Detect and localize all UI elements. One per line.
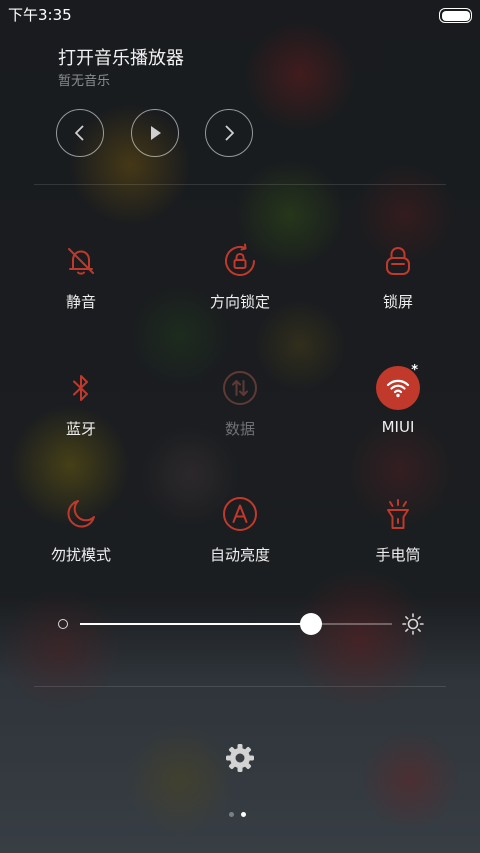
- brightness-slider[interactable]: [80, 613, 392, 635]
- music-player-title[interactable]: 打开音乐播放器: [58, 44, 184, 70]
- previous-track-button[interactable]: [56, 109, 104, 157]
- toggle-flashlight-label: 手电筒: [375, 546, 421, 564]
- play-icon: [151, 126, 161, 140]
- toggle-mobile-data-label: 数据: [224, 420, 255, 438]
- play-button[interactable]: [131, 109, 179, 157]
- toggle-auto-brightness-label: 自动亮度: [209, 546, 270, 564]
- mobile-data-icon: [220, 368, 260, 408]
- page-dot: [229, 812, 234, 817]
- toggle-flashlight[interactable]: 手电筒: [338, 494, 458, 574]
- page-dot-active: [241, 812, 246, 817]
- battery-icon: [439, 8, 472, 23]
- toggle-rotation-lock[interactable]: 方向锁定: [180, 241, 300, 321]
- toggle-mute[interactable]: 静音: [21, 241, 141, 321]
- divider: [34, 686, 446, 687]
- toggle-bluetooth-label: 蓝牙: [65, 420, 96, 438]
- page-indicator: [229, 812, 251, 818]
- auto-brightness-icon: [220, 494, 260, 534]
- toggle-wifi-label: MIUI: [381, 418, 415, 436]
- lock-icon: [378, 241, 418, 281]
- brightness-high-icon: [402, 613, 424, 635]
- rotation-lock-icon: [220, 241, 260, 281]
- toggle-auto-brightness[interactable]: 自动亮度: [180, 494, 300, 574]
- brightness-slider-thumb[interactable]: [299, 613, 322, 635]
- toggle-do-not-disturb-label: 勿扰模式: [50, 546, 111, 564]
- control-center: 下午3:35 打开音乐播放器 暂无音乐 静音 方向锁定 锁屏 蓝牙 数据 * M…: [0, 0, 480, 853]
- chevron-left-icon: [75, 125, 84, 141]
- next-track-button[interactable]: [205, 109, 253, 157]
- wifi-icon: [386, 379, 410, 398]
- brightness-slider-fill: [80, 623, 311, 625]
- toggle-rotation-lock-label: 方向锁定: [209, 293, 270, 311]
- flashlight-icon: [378, 494, 418, 534]
- settings-gear-icon[interactable]: [224, 742, 256, 774]
- toggle-lock-screen[interactable]: 锁屏: [338, 241, 458, 321]
- status-time: 下午3:35: [8, 6, 72, 24]
- music-status: 暂无音乐: [58, 74, 111, 89]
- bluetooth-icon: [61, 368, 101, 408]
- toggle-mobile-data[interactable]: 数据: [180, 368, 300, 448]
- toggle-mute-label: 静音: [65, 293, 96, 311]
- divider: [34, 184, 446, 185]
- chevron-right-icon: [225, 125, 234, 141]
- battery-level: [441, 10, 470, 21]
- toggle-wifi[interactable]: * MIUI: [338, 363, 458, 446]
- toggle-lock-screen-label: 锁屏: [382, 293, 413, 311]
- moon-icon: [61, 494, 101, 534]
- toggle-do-not-disturb[interactable]: 勿扰模式: [21, 494, 141, 574]
- toggle-bluetooth[interactable]: 蓝牙: [21, 368, 141, 448]
- wifi-hotspot-badge-icon: *: [411, 363, 418, 378]
- brightness-low-icon: [58, 619, 68, 629]
- bell-off-icon: [61, 241, 101, 281]
- wifi-toggle-circle: *: [376, 363, 420, 410]
